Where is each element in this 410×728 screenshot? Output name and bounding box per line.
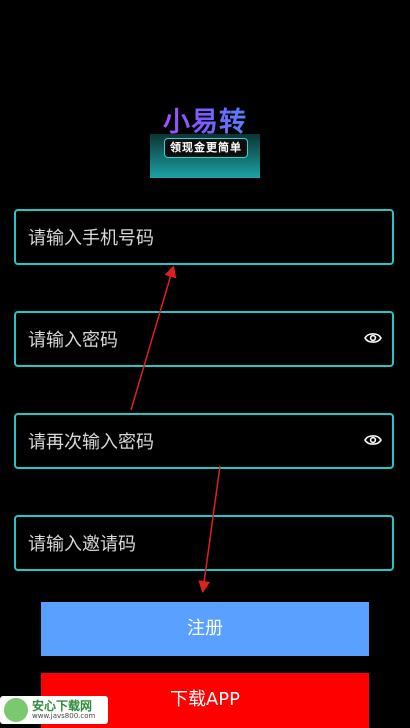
register-button[interactable]: 注册	[41, 602, 369, 656]
password-input[interactable]	[26, 313, 360, 367]
password-field[interactable]	[14, 311, 394, 367]
invite-code-field[interactable]	[14, 515, 394, 571]
confirm-password-input[interactable]	[26, 415, 360, 469]
app-logo-badge: 领现金更简单	[150, 134, 260, 178]
app-logo-tagline: 领现金更简单	[164, 138, 248, 158]
eye-icon[interactable]	[364, 433, 382, 447]
watermark-leaf-icon	[4, 698, 28, 722]
watermark-logo: 安心下载网 www.javs800.com	[0, 696, 108, 724]
invite-code-input[interactable]	[26, 517, 360, 571]
confirm-password-field[interactable]	[14, 413, 394, 469]
eye-icon[interactable]	[364, 331, 382, 345]
watermark-url: www.javs800.com	[32, 712, 96, 720]
phone-field[interactable]	[14, 209, 394, 265]
app-logo: 小易转 领现金更简单	[150, 98, 260, 178]
phone-input[interactable]	[26, 211, 360, 265]
